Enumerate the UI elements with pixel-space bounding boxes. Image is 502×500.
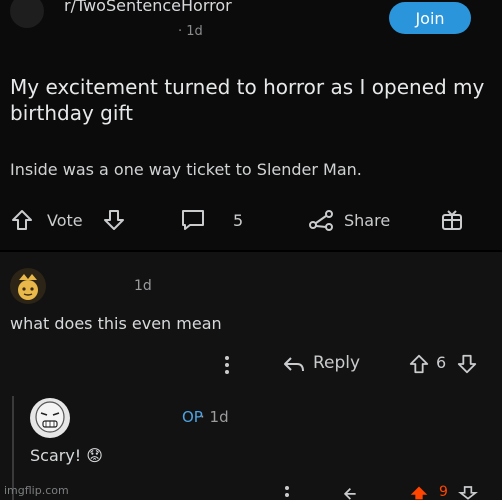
reply-reply-icon[interactable] (342, 486, 364, 500)
subreddit-avatar[interactable] (10, 0, 44, 28)
upvote-icon[interactable] (10, 208, 34, 232)
vote-label: Vote (47, 211, 83, 230)
post-time: · 1d (178, 24, 203, 39)
reply-text: Scary! 😟 (30, 446, 103, 465)
comment-count: 5 (233, 211, 244, 230)
share-icon[interactable] (308, 208, 336, 232)
reply-vote-count: 9 (439, 484, 448, 500)
join-button[interactable]: Join (389, 2, 471, 34)
reply-button[interactable]: Reply (313, 353, 360, 373)
more-options-icon[interactable] (222, 354, 232, 376)
subreddit-name[interactable]: r/TwoSentenceHorror (64, 0, 232, 15)
award-icon[interactable] (440, 208, 464, 232)
reply-time: · 1d (200, 408, 229, 426)
comment-upvote-icon[interactable] (408, 353, 430, 375)
comment-downvote-icon[interactable] (456, 353, 478, 375)
share-label: Share (344, 211, 391, 230)
reply-more-options-icon[interactable] (282, 484, 292, 500)
downvote-icon[interactable] (102, 208, 126, 232)
post-title: My excitement turned to horror as I open… (10, 75, 485, 125)
reply-downvote-icon[interactable] (458, 484, 478, 500)
reply-upvote-icon[interactable] (408, 484, 430, 500)
comment-icon[interactable] (180, 208, 206, 232)
post-body: Inside was a one way ticket to Slender M… (10, 160, 362, 179)
commenter-avatar[interactable] (10, 268, 46, 304)
comment-text: what does this even mean (10, 314, 222, 333)
post-card: r/TwoSentenceHorror · 1d Join My excitem… (0, 0, 502, 252)
comment-vote-count: 6 (436, 353, 447, 372)
comment-time: 1d (134, 278, 152, 294)
reply-icon[interactable] (282, 355, 306, 375)
watermark: imgflip.com (4, 484, 69, 497)
op-avatar[interactable] (30, 398, 70, 438)
